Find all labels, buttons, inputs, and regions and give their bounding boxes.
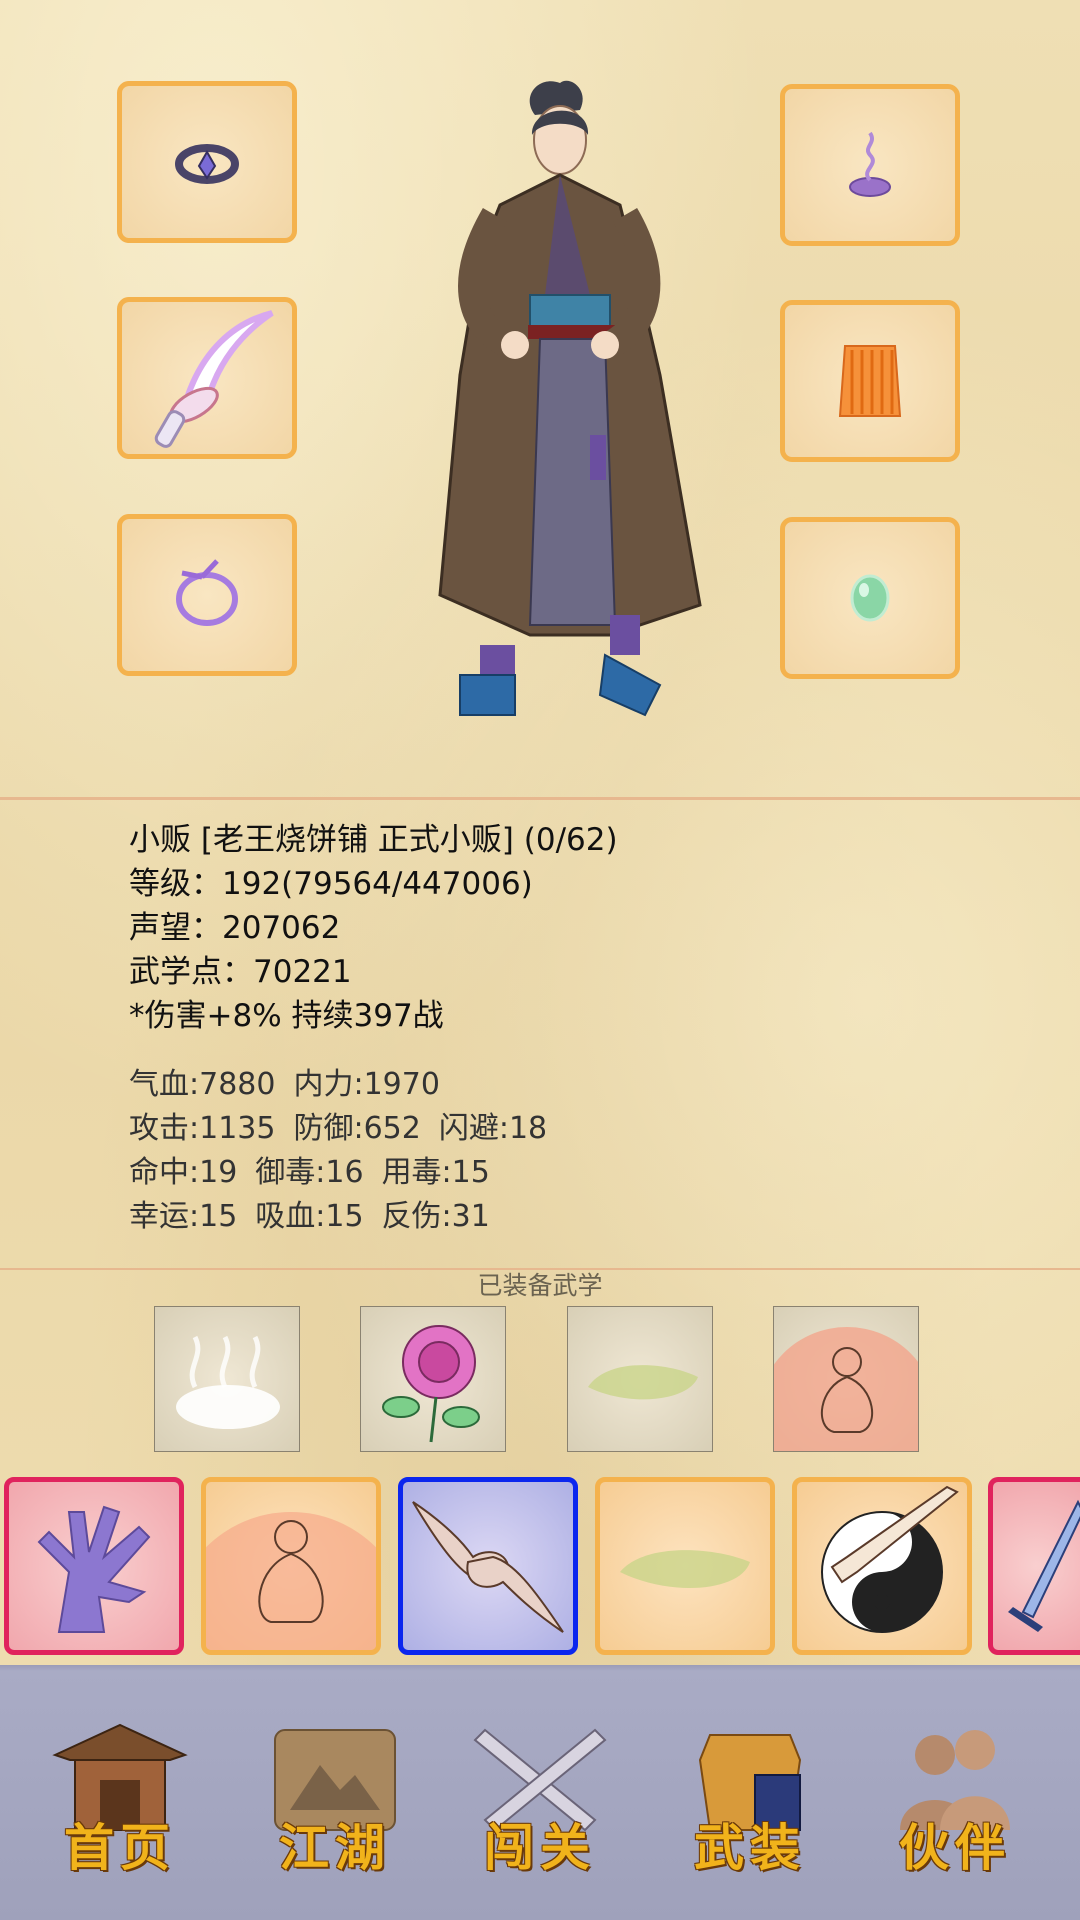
nav-partner[interactable]: 伙伴 bbox=[880, 1720, 1030, 1880]
rose-icon bbox=[382, 1325, 480, 1443]
stat-poison-use: 用毒:15 bbox=[381, 1155, 490, 1190]
curved-sword-icon bbox=[154, 310, 274, 448]
nav-jianghu[interactable]: 江湖 bbox=[260, 1720, 410, 1880]
stat-mp: 内力:1970 bbox=[293, 1067, 440, 1102]
nav-jianghu-label: 江湖 bbox=[279, 1818, 391, 1877]
stats-row: 气血:7880 内力:1970 bbox=[129, 1063, 565, 1107]
beast-icon bbox=[588, 1365, 698, 1400]
character-level: 等级：192(79564/447006) bbox=[129, 866, 533, 902]
equip-slot-accessory[interactable] bbox=[117, 514, 297, 676]
nav-gear[interactable]: 武装 bbox=[675, 1720, 825, 1880]
stat-attack: 攻击:1135 bbox=[129, 1111, 276, 1146]
mist-icon bbox=[176, 1335, 280, 1429]
skill-slot-5[interactable] bbox=[792, 1477, 972, 1655]
divider-top bbox=[0, 797, 1080, 800]
equip-slot-weapon[interactable] bbox=[117, 297, 297, 459]
equip-slot-armor[interactable] bbox=[780, 300, 960, 462]
ring-icon bbox=[175, 144, 239, 184]
equip-slot-jade[interactable] bbox=[780, 517, 960, 679]
stat-hit: 命中:19 bbox=[129, 1155, 238, 1190]
skill-slot-6[interactable] bbox=[988, 1477, 1080, 1655]
equip-slot-ring[interactable] bbox=[117, 81, 297, 243]
stat-defense: 防御:652 bbox=[293, 1111, 421, 1146]
stats-row: 攻击:1135 防御:652 闪避:18 bbox=[129, 1107, 565, 1151]
stat-hp: 气血:7880 bbox=[129, 1067, 276, 1102]
meditation-icon bbox=[774, 1327, 918, 1451]
character-title: 小贩 [老王烧饼铺 正式小贩] (0/62) bbox=[129, 822, 618, 858]
incense-icon bbox=[849, 131, 891, 197]
stat-lifesteal: 吸血:15 bbox=[255, 1199, 364, 1234]
equip-slot-incense[interactable] bbox=[780, 84, 960, 246]
character-portrait bbox=[438, 80, 702, 717]
martial-slot-2[interactable] bbox=[360, 1306, 506, 1452]
beast-icon bbox=[620, 1550, 750, 1589]
nav-home-label: 首页 bbox=[64, 1818, 176, 1877]
jade-icon bbox=[850, 574, 890, 622]
skill-slot-4[interactable] bbox=[595, 1477, 775, 1655]
stat-luck: 幸运:15 bbox=[129, 1199, 238, 1234]
nav-challenge[interactable]: 闯关 bbox=[465, 1720, 615, 1880]
character-info: 小贩 [老王烧饼铺 正式小贩] (0/62) 等级：192(79564/4470… bbox=[129, 818, 618, 1038]
fist-icon bbox=[412, 1501, 564, 1633]
stat-dodge: 闪避:18 bbox=[438, 1111, 548, 1146]
taiji-icon bbox=[821, 1485, 959, 1633]
character-reputation: 声望：207062 bbox=[129, 910, 341, 946]
skill-slot-3[interactable] bbox=[398, 1477, 578, 1655]
character-stats: 气血:7880 内力:1970 攻击:1135 防御:652 闪避:18 命中:19 御… bbox=[129, 1063, 565, 1239]
character-martial-points: 武学点：70221 bbox=[129, 954, 352, 990]
character-buff: *伤害+8% 持续397战 bbox=[129, 998, 444, 1034]
nav-gear-label: 武装 bbox=[694, 1818, 806, 1877]
bracelet-icon bbox=[176, 559, 238, 626]
stats-row: 幸运:15 吸血:15 反伤:31 bbox=[129, 1195, 565, 1239]
nav-challenge-label: 闯关 bbox=[484, 1818, 596, 1877]
stat-reflect: 反伤:31 bbox=[381, 1199, 490, 1234]
martial-slot-3[interactable] bbox=[567, 1306, 713, 1452]
martial-slot-1[interactable] bbox=[154, 1306, 300, 1452]
nav-partner-label: 伙伴 bbox=[899, 1818, 1011, 1877]
martial-slot-4[interactable] bbox=[773, 1306, 919, 1452]
equipped-martial-title: 已装备武学 bbox=[477, 1271, 603, 1300]
skill-slot-1[interactable] bbox=[4, 1477, 184, 1655]
robe-icon bbox=[838, 345, 902, 417]
stats-row: 命中:19 御毒:16 用毒:15 bbox=[129, 1151, 565, 1195]
stat-poison-resist: 御毒:16 bbox=[255, 1155, 364, 1190]
skill-slot-2[interactable] bbox=[201, 1477, 381, 1655]
nav-home[interactable]: 首页 bbox=[45, 1720, 195, 1880]
palm-icon bbox=[37, 1505, 151, 1633]
blade-icon bbox=[1008, 1499, 1080, 1632]
meditation-icon bbox=[206, 1512, 376, 1650]
